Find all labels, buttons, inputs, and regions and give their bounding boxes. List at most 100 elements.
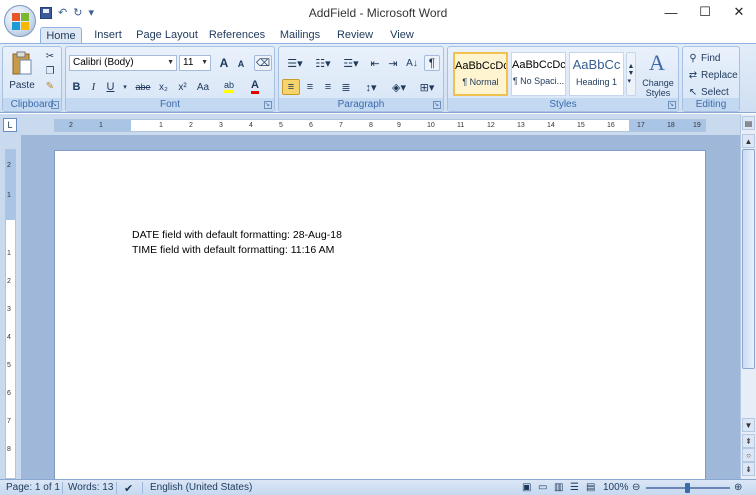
ruler-tick: 1 — [7, 192, 11, 199]
font-size-value: 11 — [183, 57, 194, 68]
horizontal-ruler[interactable]: 2 1 1 2 3 4 5 6 7 8 9 10 11 12 13 14 15 … — [54, 119, 706, 132]
select-button[interactable]: Select — [701, 85, 737, 99]
align-right-icon[interactable]: ≡ — [320, 79, 336, 95]
select-browse-object-icon[interactable]: ○ — [742, 448, 755, 462]
change-case-button[interactable]: Aa — [193, 79, 213, 95]
close-button[interactable]: ✕ — [722, 0, 756, 24]
scroll-up-icon[interactable]: ▲ — [742, 134, 755, 148]
style-no-spacing[interactable]: AaBbCcDc ¶ No Spaci... — [511, 52, 566, 96]
full-screen-reading-icon[interactable]: ▭ — [538, 482, 547, 493]
window-title: AddField - Microsoft Word — [308, 6, 448, 20]
bullets-icon[interactable]: ☰▾ — [282, 55, 308, 71]
vertical-ruler[interactable]: 2 1 1 2 3 4 5 6 7 8 — [0, 135, 21, 479]
shading-icon[interactable]: ◈▾ — [387, 79, 411, 95]
office-button[interactable] — [4, 5, 36, 37]
paste-icon[interactable] — [9, 50, 35, 78]
maximize-button[interactable]: ☐ — [688, 0, 722, 24]
chevron-down-icon[interactable]: ▾ — [121, 79, 129, 95]
ruler-top-margin — [6, 150, 15, 220]
word-count-status[interactable]: Words: 13 — [68, 482, 113, 493]
previous-page-icon[interactable]: ⇞ — [742, 434, 755, 448]
font-color-icon[interactable]: A — [244, 79, 266, 95]
increase-indent-icon[interactable]: ⇥ — [385, 55, 401, 71]
find-button[interactable]: Find — [701, 51, 737, 65]
editing-group: ⚲ Find ⇄ Replace ↖ Select Editing — [682, 46, 740, 112]
align-center-icon[interactable]: ≡ — [302, 79, 318, 95]
decrease-indent-icon[interactable]: ⇤ — [367, 55, 383, 71]
shrink-font-button[interactable]: A — [234, 57, 248, 71]
sort-icon[interactable]: A↓ — [403, 55, 421, 71]
paragraph-group: ☰▾ ☷▾ ☲▾ ⇤ ⇥ A↓ ¶ ≡ ≡ ≡ ≣ ↕▾ ◈▾ ⊞▾ Parag… — [278, 46, 444, 112]
scroll-down-icon[interactable]: ▼ — [742, 418, 755, 432]
align-left-icon[interactable]: ≡ — [282, 79, 300, 95]
ruler-tick: 3 — [219, 122, 223, 129]
zoom-slider-thumb[interactable] — [685, 483, 690, 493]
zoom-in-icon[interactable]: ⊕ — [734, 482, 742, 493]
ruler-tick: 10 — [427, 122, 435, 129]
multilevel-list-icon[interactable]: ☲▾ — [338, 55, 364, 71]
document-line-time[interactable]: TIME field with default formatting: 11:1… — [132, 244, 334, 256]
chevron-down-icon: ▼ — [167, 59, 174, 66]
ruler-tick: 8 — [369, 122, 373, 129]
draft-icon[interactable]: ▤ — [586, 482, 595, 493]
change-styles-icon[interactable]: A — [638, 50, 676, 76]
proofing-icon[interactable]: ✔ — [124, 482, 133, 495]
zoom-out-icon[interactable]: ⊖ — [632, 482, 640, 493]
styles-scroll-icon[interactable]: ▲ ▼ ▾ — [626, 52, 636, 96]
font-size-combo[interactable]: 11 ▼ — [179, 55, 211, 71]
clipboard-launcher-icon[interactable]: ↘ — [51, 101, 59, 109]
clear-formatting-icon[interactable]: ⌫ — [254, 55, 272, 71]
binoculars-icon: ⚲ — [689, 52, 697, 64]
style-name: ¶ Normal — [462, 77, 499, 87]
paste-button[interactable]: Paste — [7, 79, 37, 91]
highlight-icon[interactable]: ab — [218, 79, 240, 95]
font-launcher-icon[interactable]: ↘ — [264, 101, 272, 109]
minimize-button[interactable]: — — [654, 0, 688, 24]
vertical-scrollbar[interactable]: ▤ ▲ ▼ ⇞ ○ ⇟ — [740, 114, 756, 479]
show-formatting-button[interactable]: ¶ — [424, 55, 440, 71]
italic-button[interactable]: I — [86, 79, 101, 95]
web-layout-icon[interactable]: ▥ — [554, 482, 563, 493]
paragraph-launcher-icon[interactable]: ↘ — [433, 101, 441, 109]
grow-font-button[interactable]: A — [216, 55, 232, 71]
page-count-status[interactable]: Page: 1 of 1 — [6, 482, 60, 493]
cursor-icon: ↖ — [688, 86, 698, 98]
format-painter-icon[interactable]: ✎ — [43, 80, 57, 93]
bold-button[interactable]: B — [69, 79, 84, 95]
document-area: DATE field with default formatting: 28-A… — [21, 135, 740, 479]
styles-launcher-icon[interactable]: ↘ — [668, 101, 676, 109]
ruler-tick: 5 — [7, 362, 11, 369]
font-name-combo[interactable]: Calibri (Body) ▼ — [69, 55, 177, 71]
subscript-button[interactable]: x₂ — [155, 79, 172, 95]
numbering-icon[interactable]: ☷▾ — [310, 55, 336, 71]
view-ruler-icon[interactable]: ▤ — [742, 116, 755, 130]
strikethrough-button[interactable]: abe — [133, 79, 153, 95]
justify-icon[interactable]: ≣ — [338, 79, 354, 95]
scroll-thumb[interactable] — [742, 149, 755, 369]
status-separator — [142, 482, 143, 494]
cut-icon[interactable]: ✂ — [43, 50, 57, 63]
ruler-tick: 1 — [159, 122, 163, 129]
zoom-level[interactable]: 100% — [603, 482, 629, 493]
line-spacing-icon[interactable]: ↕▾ — [359, 79, 383, 95]
change-styles-button[interactable]: Change Styles — [638, 77, 678, 99]
language-status[interactable]: English (United States) — [150, 482, 252, 493]
print-layout-icon[interactable]: ▣ — [522, 482, 531, 493]
copy-icon[interactable]: ❐ — [43, 65, 57, 78]
document-line-date[interactable]: DATE field with default formatting: 28-A… — [132, 229, 342, 241]
tab-selector-icon[interactable]: L — [3, 118, 17, 132]
superscript-button[interactable]: x² — [174, 79, 191, 95]
document-page[interactable]: DATE field with default formatting: 28-A… — [54, 150, 706, 479]
style-normal[interactable]: AaBbCcDc ¶ Normal — [453, 52, 508, 96]
borders-icon[interactable]: ⊞▾ — [415, 79, 439, 95]
chevron-down-icon: ▼ — [201, 59, 208, 66]
style-sample: AaBbCcDc — [512, 59, 565, 71]
next-page-icon[interactable]: ⇟ — [742, 462, 755, 476]
style-heading-1[interactable]: AaBbCc Heading 1 — [569, 52, 624, 96]
ruler-tick: 11 — [457, 122, 465, 129]
replace-button[interactable]: Replace — [701, 68, 739, 82]
status-separator — [116, 482, 117, 494]
font-group-label: Font — [66, 98, 274, 111]
outline-icon[interactable]: ☰ — [570, 482, 579, 493]
underline-button[interactable]: U — [103, 79, 118, 95]
